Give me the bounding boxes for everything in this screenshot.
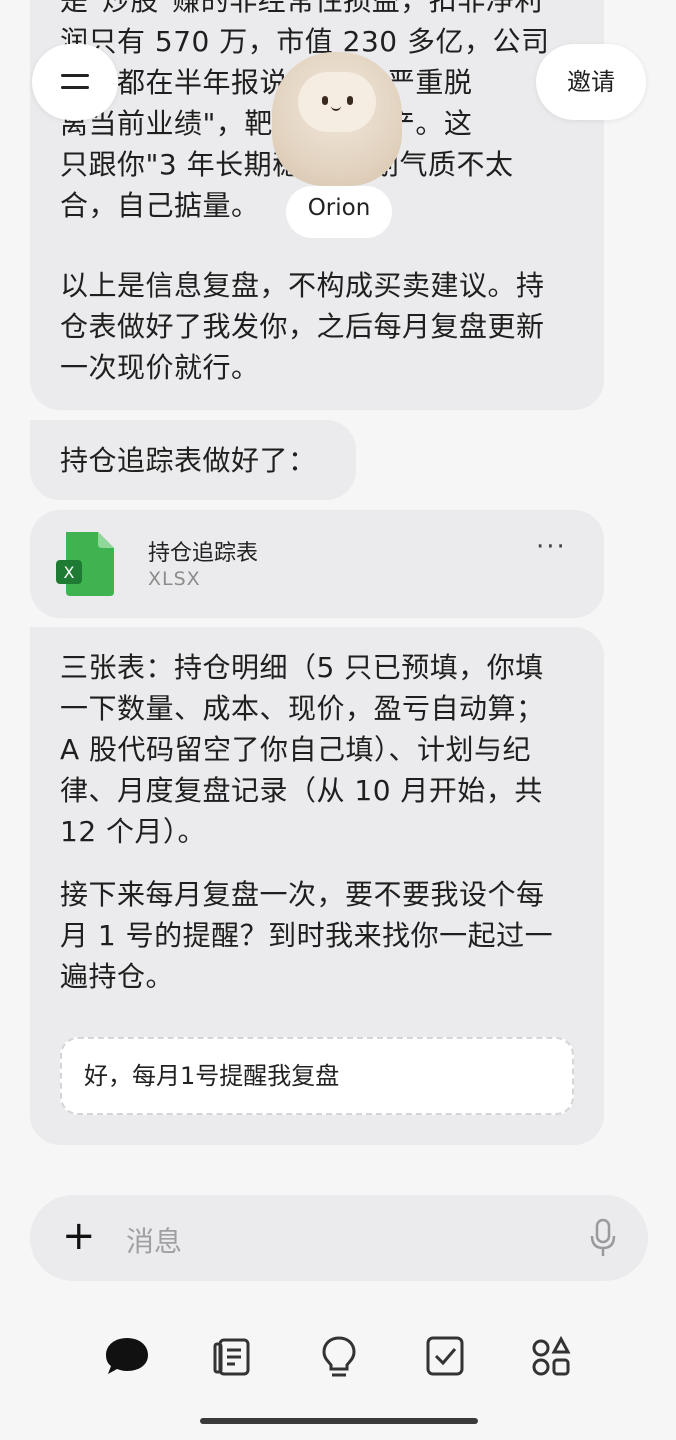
message-line: 润只有 570 万，市值 230 多亿，公司 xyxy=(60,25,550,58)
excel-icon-letter: X xyxy=(64,563,75,582)
quick-reply-button[interactable]: 好，每月1号提醒我复盘 xyxy=(60,1037,574,1115)
message-line: 三张表：持仓明细（5 只已预填，你填 xyxy=(60,651,544,684)
mascot-face xyxy=(298,72,376,132)
message-input-placeholder: 消息 xyxy=(126,1225,183,1258)
file-name: 持仓追踪表 xyxy=(148,541,259,566)
message-line: 接下来每月复盘一次，要不要我设个每 xyxy=(60,878,545,911)
apps-icon[interactable] xyxy=(526,1334,576,1380)
message-paragraph: 以上是信息复盘，不构成买卖建议。持 仓表做好了我发你，之后每月复盘更新 一次现价… xyxy=(60,265,545,388)
menu-button[interactable] xyxy=(32,44,118,120)
message-line: 月 1 号的提醒？到时我来找你一起过一 xyxy=(60,919,554,952)
menu-icon xyxy=(61,74,89,77)
excel-file-icon: X xyxy=(56,532,114,596)
message-line: 12 个月）。 xyxy=(60,815,207,848)
checkbox-icon[interactable] xyxy=(420,1334,470,1380)
message-line: 遍持仓。 xyxy=(60,960,175,993)
message-paragraph: 接下来每月复盘一次，要不要我设个每 月 1 号的提醒？到时我来找你一起过一 遍持… xyxy=(60,874,574,997)
message-input[interactable] xyxy=(30,1195,648,1281)
mascot-eye xyxy=(347,96,353,105)
add-attachment-button[interactable]: + xyxy=(62,1214,96,1258)
more-options-icon[interactable]: ··· xyxy=(536,532,567,562)
assistant-message-bubble: 持仓追踪表做好了： xyxy=(30,420,356,500)
chat-icon[interactable] xyxy=(102,1334,152,1380)
menu-icon xyxy=(61,86,89,89)
file-attachment[interactable] xyxy=(30,510,604,618)
message-line: 以上是信息复盘，不构成买卖建议。持 xyxy=(60,269,545,302)
lightbulb-icon[interactable] xyxy=(314,1334,364,1380)
message-line: 是"炒股"赚的非经常性损益，扣非净利 xyxy=(60,0,543,17)
message-paragraph: 三张表：持仓明细（5 只已预填，你填 一下数量、成本、现价，盈亏自动算； A 股… xyxy=(60,647,574,852)
invite-button[interactable]: 邀请 xyxy=(536,44,646,120)
message-line: 仓表做好了我发你，之后每月复盘更新 xyxy=(60,310,545,343)
message-line: 律、月度复盘记录（从 10 月开始，共 xyxy=(60,774,543,807)
notes-icon[interactable] xyxy=(208,1334,258,1380)
assistant-name: Orion xyxy=(286,186,392,238)
message-text: 持仓追踪表做好了： xyxy=(60,444,317,477)
mascot-eye xyxy=(322,96,328,105)
message-line: 一下数量、成本、现价，盈亏自动算； xyxy=(60,692,545,725)
message-line: 一次现价就行。 xyxy=(60,351,260,384)
home-indicator xyxy=(200,1418,478,1424)
microphone-icon[interactable] xyxy=(588,1218,618,1258)
message-line: A 股代码留空了你自己填）、计划与纪 xyxy=(60,733,532,766)
file-type: XLSX xyxy=(148,568,201,590)
